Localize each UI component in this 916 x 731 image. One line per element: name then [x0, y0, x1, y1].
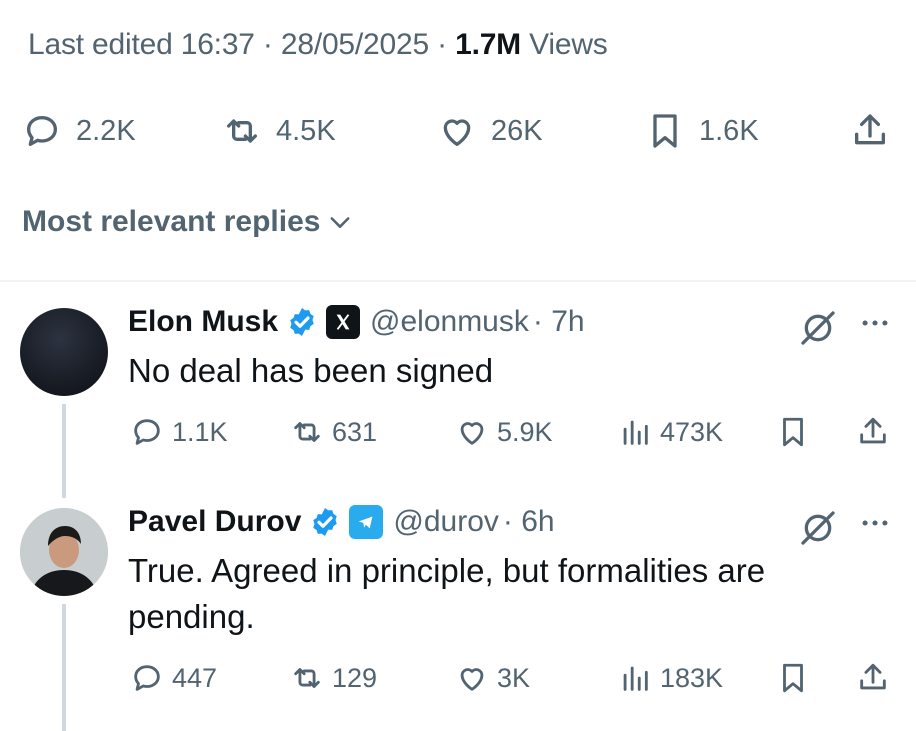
author-handle[interactable]: @durov — [393, 505, 499, 539]
reply-icon — [27, 116, 57, 146]
views-count: 473K — [660, 416, 724, 447]
repost-button[interactable]: 129 — [290, 658, 377, 698]
thread-line — [62, 404, 66, 498]
repost-icon — [294, 668, 320, 688]
like-button[interactable]: 5.9K — [455, 412, 553, 452]
share-icon — [860, 417, 886, 444]
telegram-affiliation-icon — [349, 505, 384, 539]
verified-badge-icon — [313, 508, 338, 536]
reply-header: Pavel Durov @durov · 6h — [128, 502, 555, 542]
analytics-icon — [623, 420, 648, 445]
repost-icon — [294, 422, 320, 442]
views-count: 183K — [660, 662, 724, 693]
reply-text: No deal has been signed — [128, 352, 494, 389]
views-label: Views — [529, 28, 608, 61]
repost-count: 129 — [332, 662, 378, 693]
replies-sort-dropdown[interactable]: Most relevant replies — [22, 205, 354, 239]
views-button[interactable]: 473K — [618, 412, 723, 452]
heart-icon — [460, 668, 484, 691]
more-options-icon[interactable] — [858, 306, 892, 340]
share-icon — [855, 114, 885, 145]
repost-button[interactable]: 631 — [290, 412, 377, 452]
reply-button[interactable]: 447 — [130, 658, 217, 698]
like-count: 3K — [497, 662, 531, 693]
post-action-bar: 2.2K 4.5K 26K 1.6K — [0, 96, 916, 166]
grok-icon[interactable] — [798, 508, 838, 548]
chevron-down-icon — [331, 217, 350, 228]
views-count: 1.7M — [455, 28, 521, 61]
reply-icon — [134, 665, 160, 691]
like-button[interactable]: 26K — [437, 96, 543, 166]
repost-count: 631 — [332, 416, 378, 447]
repost-count: 4.5K — [276, 114, 336, 147]
author-name[interactable]: Pavel Durov — [128, 505, 301, 539]
reply-time[interactable]: · 6h — [503, 505, 555, 539]
heart-icon — [443, 119, 471, 146]
divider — [0, 280, 916, 282]
heart-icon — [460, 422, 484, 445]
bookmark-icon — [783, 663, 803, 693]
thread-line — [62, 604, 66, 731]
share-icon — [860, 663, 886, 690]
bookmark-icon — [783, 417, 803, 447]
edited-timestamp[interactable]: Last edited 16:37 · 28/05/2025 — [28, 28, 429, 61]
reply-time[interactable]: · 7h — [533, 305, 585, 339]
bookmark-button[interactable] — [776, 658, 810, 698]
repost-button[interactable]: 4.5K — [222, 96, 336, 166]
avatar[interactable] — [20, 508, 108, 596]
like-button[interactable]: 3K — [455, 658, 530, 698]
avatar[interactable] — [20, 308, 108, 396]
reply-count: 447 — [172, 662, 218, 693]
bookmark-icon — [653, 114, 677, 148]
grok-icon[interactable] — [798, 308, 838, 348]
reply-button[interactable]: 2.2K — [22, 96, 136, 166]
post-meta: Last edited 16:37 · 28/05/2025 · 1.7M Vi… — [28, 28, 608, 61]
repost-icon — [227, 119, 257, 143]
share-button[interactable] — [856, 412, 890, 452]
verified-badge-icon — [290, 308, 314, 336]
reply-icon — [134, 419, 160, 445]
reply-button[interactable]: 1.1K — [130, 412, 228, 452]
author-handle[interactable]: @elonmusk — [370, 305, 529, 339]
like-count: 26K — [491, 114, 543, 147]
reply-count: 1.1K — [172, 416, 228, 447]
bookmark-button[interactable] — [776, 412, 810, 452]
author-name[interactable]: Elon Musk — [128, 305, 278, 339]
views-button[interactable]: 183K — [618, 658, 723, 698]
analytics-icon — [623, 666, 648, 691]
bookmark-count: 1.6K — [699, 114, 759, 147]
share-button[interactable] — [856, 658, 890, 698]
more-options-icon[interactable] — [858, 506, 892, 540]
x-affiliation-icon — [326, 305, 361, 339]
reply-header: Elon Musk @elonmusk · 7h — [128, 302, 585, 342]
reply-count: 2.2K — [76, 114, 136, 147]
bookmark-button[interactable]: 1.6K — [645, 96, 759, 166]
share-button[interactable] — [850, 96, 890, 166]
reply-text: True. Agreed in principle, but formaliti… — [128, 552, 766, 635]
like-count: 5.9K — [497, 416, 553, 447]
replies-sort-label: Most relevant replies — [22, 205, 321, 238]
